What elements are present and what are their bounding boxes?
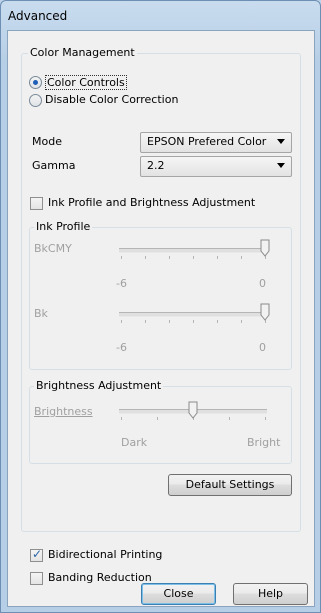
disable-color-correction-radio[interactable] bbox=[29, 94, 42, 107]
close-button[interactable]: Close bbox=[141, 583, 216, 605]
default-settings-button[interactable]: Default Settings bbox=[168, 474, 292, 496]
dialog-client-area: Color Management Color Controls Disable … bbox=[7, 30, 315, 607]
banding-reduction-checkbox[interactable] bbox=[30, 572, 43, 585]
bkcmy-slider-track bbox=[119, 248, 267, 253]
brightness-adjustment-label: Brightness Adjustment bbox=[34, 379, 164, 392]
window-title: Advanced bbox=[8, 9, 68, 23]
dialog-window: Advanced Color Management Color Controls… bbox=[0, 0, 321, 613]
bkcmy-label: BkCMY bbox=[34, 242, 72, 255]
bidirectional-printing-label[interactable]: Bidirectional Printing bbox=[48, 548, 162, 561]
slider-tick bbox=[217, 320, 218, 323]
radio-selected-dot bbox=[33, 80, 38, 85]
ink-profile-brightness-label[interactable]: Ink Profile and Brightness Adjustment bbox=[48, 196, 255, 209]
slider-tick bbox=[229, 417, 230, 420]
slider-tick bbox=[241, 256, 242, 259]
slider-tick bbox=[157, 417, 158, 420]
mode-select[interactable]: EPSON Prefered Color bbox=[140, 132, 292, 153]
gamma-select[interactable]: 2.2 bbox=[140, 156, 292, 177]
bkcmy-min-label: -6 bbox=[116, 277, 127, 290]
gamma-label: Gamma bbox=[32, 159, 76, 172]
gamma-select-value: 2.2 bbox=[147, 159, 165, 172]
brightness-bright-label: Bright bbox=[247, 436, 281, 449]
disable-color-correction-label[interactable]: Disable Color Correction bbox=[45, 93, 178, 106]
bk-label: Bk bbox=[34, 307, 48, 320]
ink-profile-brightness-checkbox[interactable] bbox=[30, 197, 43, 210]
bidirectional-printing-checkbox[interactable]: ✓ bbox=[30, 547, 43, 562]
brightness-adjustment-group bbox=[29, 386, 292, 464]
mode-label: Mode bbox=[32, 135, 62, 148]
mode-select-value: EPSON Prefered Color bbox=[147, 135, 267, 148]
bk-slider-track bbox=[119, 312, 267, 317]
brightness-slider-thumb[interactable] bbox=[188, 401, 198, 419]
slider-tick bbox=[193, 256, 194, 259]
color-management-label: Color Management bbox=[28, 46, 137, 59]
bk-slider-thumb[interactable] bbox=[260, 303, 270, 321]
bkcmy-slider-thumb[interactable] bbox=[260, 239, 270, 257]
slider-tick bbox=[121, 320, 122, 323]
slider-tick bbox=[121, 256, 122, 259]
slider-tick bbox=[121, 417, 122, 420]
slider-tick bbox=[217, 256, 218, 259]
slider-tick bbox=[169, 256, 170, 259]
bk-min-label: -6 bbox=[116, 341, 127, 354]
brightness-dark-label: Dark bbox=[121, 436, 148, 449]
slider-tick bbox=[241, 320, 242, 323]
bk-max-label: 0 bbox=[259, 341, 266, 354]
ink-profile-label: Ink Profile bbox=[34, 220, 93, 233]
checkmark-icon: ✓ bbox=[32, 547, 43, 561]
color-controls-label[interactable]: Color Controls bbox=[45, 75, 127, 90]
bkcmy-max-label: 0 bbox=[259, 277, 266, 290]
slider-tick bbox=[265, 417, 266, 420]
slider-tick bbox=[169, 320, 170, 323]
color-controls-radio[interactable] bbox=[29, 76, 42, 89]
help-button[interactable]: Help bbox=[233, 583, 308, 605]
slider-tick bbox=[145, 256, 146, 259]
slider-tick bbox=[145, 320, 146, 323]
slider-tick bbox=[193, 320, 194, 323]
chevron-down-icon bbox=[277, 163, 285, 168]
brightness-slider-label: Brightness bbox=[34, 405, 93, 418]
banding-reduction-label[interactable]: Banding Reduction bbox=[48, 571, 152, 584]
chevron-down-icon bbox=[277, 139, 285, 144]
